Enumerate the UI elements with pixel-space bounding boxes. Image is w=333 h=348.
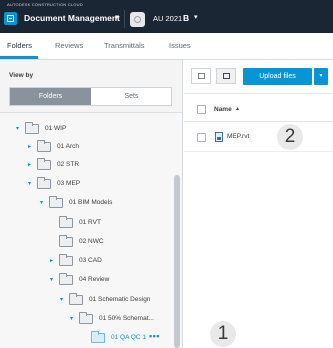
- folder-icon: [91, 331, 105, 343]
- view-by-label: View by: [9, 72, 34, 79]
- app-switcher[interactable]: Document Management: [24, 13, 120, 23]
- expand-chevron-icon[interactable]: ▾: [50, 276, 53, 283]
- top-header: AUTODESK CONSTRUCTION CLOUD Document Man…: [0, 0, 333, 33]
- tree-item-03-mep[interactable]: ▾ 03 MEP: [28, 177, 168, 192]
- file-list-header: Name ▲: [184, 98, 333, 122]
- expand-chevron-icon[interactable]: ▾: [70, 315, 73, 322]
- expand-chevron-icon[interactable]: ▾: [60, 296, 63, 303]
- tree-item-label: 04 Review: [79, 276, 110, 283]
- tab-reviews[interactable]: Reviews: [55, 41, 83, 50]
- tab-issues[interactable]: Issues: [169, 41, 191, 50]
- folder-icon: [59, 235, 73, 247]
- expand-chevron-icon[interactable]: ▾: [16, 125, 19, 132]
- tree-item-01-schematic-design[interactable]: ▾ 01 Schematic Design: [60, 293, 172, 308]
- folder-tree: ▾ 01 WIP ▸ 01 Arch ▸ 02 STR ▾ 03 MEP ▾ 0…: [0, 113, 182, 348]
- select-all-checkbox[interactable]: [197, 105, 206, 114]
- folder-icon: [59, 216, 73, 228]
- sort-ascending-icon[interactable]: ▲: [235, 106, 240, 112]
- tree-item-01-50-schematic[interactable]: ▾ 01 50% Schemat...: [70, 312, 172, 327]
- folder-icon: [69, 293, 83, 305]
- tree-item-01-qa-qc-1[interactable]: 01 QA QC 1 •••: [82, 331, 174, 346]
- project-selector[interactable]: AU 2021: [153, 14, 182, 23]
- folder-icon: [79, 312, 93, 324]
- tree-item-label: 01 Schematic Design: [89, 296, 151, 303]
- tree-item-04-review[interactable]: ▾ 04 Review: [50, 273, 170, 288]
- project-thumbnail-icon[interactable]: [130, 12, 145, 27]
- expand-chevron-icon[interactable]: ▾: [40, 199, 43, 206]
- tree-item-label: 01 RVT: [79, 219, 101, 226]
- rvt-file-icon: [215, 132, 223, 142]
- project-badge[interactable]: B: [183, 13, 189, 23]
- folder-icon: [59, 273, 73, 285]
- sets-toggle-button[interactable]: Sets: [91, 88, 172, 105]
- tree-item-02-str[interactable]: ▸ 02 STR: [28, 158, 168, 173]
- view-by-toggle: Folders Sets: [9, 87, 172, 106]
- folder-icon: [37, 177, 51, 189]
- folder-icon: [49, 196, 63, 208]
- brand-label: AUTODESK CONSTRUCTION CLOUD: [7, 2, 83, 7]
- tree-item-label: 03 CAD: [79, 257, 102, 264]
- expand-chevron-icon[interactable]: ▸: [28, 161, 31, 168]
- tree-item-01-arch[interactable]: ▸ 01 Arch: [28, 140, 168, 155]
- upload-files-button[interactable]: Upload files: [243, 68, 312, 85]
- folder-icon: [25, 122, 39, 134]
- folders-toggle-button[interactable]: Folders: [10, 88, 91, 105]
- folder-icon: [37, 140, 51, 152]
- file-row-checkbox[interactable]: [197, 133, 206, 142]
- tree-item-label: 01 QA QC 1: [111, 334, 147, 341]
- tree-item-01-rvt[interactable]: 01 RVT: [50, 216, 170, 231]
- step-marker-2: 2: [277, 124, 303, 150]
- expand-chevron-icon[interactable]: ▸: [28, 143, 31, 150]
- tree-item-label: 01 Arch: [57, 143, 80, 150]
- tree-item-02-nwc[interactable]: 02 NWC: [50, 235, 170, 250]
- folder-panel: View by Folders Sets ▾ 01 WIP ▸ 01 Arch …: [0, 60, 183, 348]
- upload-options-chevron-icon[interactable]: ▾: [314, 68, 328, 85]
- header-divider: [124, 10, 125, 28]
- tree-item-03-cad[interactable]: ▸ 03 CAD: [50, 254, 170, 269]
- tree-item-01-bim-models[interactable]: ▾ 01 BIM Models: [40, 196, 170, 211]
- tree-scrollbar[interactable]: [174, 175, 180, 348]
- list-view-button[interactable]: [216, 68, 236, 84]
- tree-item-label: 02 NWC: [79, 238, 104, 245]
- project-selector-chevron-icon[interactable]: ▾: [194, 13, 198, 21]
- file-row[interactable]: MEP.rvt: [184, 122, 333, 152]
- tree-item-label: 02 STR: [57, 161, 80, 168]
- file-panel: Upload files ▾ Name ▲ MEP.rvt: [184, 60, 333, 348]
- step-marker-1: 1: [210, 321, 236, 347]
- tab-folders[interactable]: Folders: [7, 41, 32, 50]
- file-name-link[interactable]: MEP.rvt: [227, 133, 249, 140]
- grid-view-button[interactable]: [191, 68, 211, 84]
- expand-chevron-icon[interactable]: ▾: [28, 180, 31, 187]
- app-switcher-chevron-icon[interactable]: ▾: [115, 13, 119, 21]
- tree-item-label: 03 MEP: [57, 180, 81, 187]
- list-view-icon: [223, 73, 230, 79]
- tree-item-label: 01 BIM Models: [69, 199, 113, 206]
- tab-bar: Folders Reviews Transmittals Issues: [0, 33, 333, 60]
- column-header-name[interactable]: Name: [214, 106, 232, 113]
- tree-item-label: 01 50% Schemat...: [99, 315, 154, 322]
- grid-view-icon: [198, 73, 205, 79]
- tab-transmittals[interactable]: Transmittals: [104, 41, 145, 50]
- expand-chevron-icon[interactable]: ▸: [50, 257, 53, 264]
- folder-icon: [37, 158, 51, 170]
- active-tab-indicator: [0, 56, 38, 59]
- tree-item-label: 01 WIP: [45, 125, 67, 132]
- more-options-icon[interactable]: •••: [149, 331, 160, 341]
- folder-icon: [59, 254, 73, 266]
- file-toolbar: Upload files ▾: [184, 60, 333, 94]
- document-management-icon[interactable]: [4, 12, 17, 25]
- tree-item-01-wip[interactable]: ▾ 01 WIP: [16, 122, 176, 137]
